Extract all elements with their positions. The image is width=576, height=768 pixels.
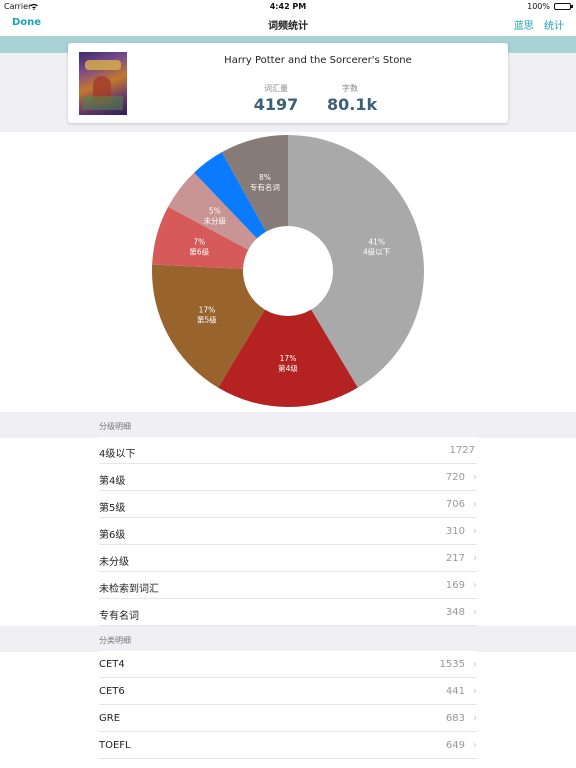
category-row-name: GRE [99,713,121,724]
slice-percent-label: 8% [259,173,271,182]
level-row: 4级以下 1727 [99,437,477,464]
vocabulary-value: 4197 [253,95,299,114]
chevron-right-icon: › [473,740,477,751]
chevron-right-icon: › [473,713,477,724]
slice-category-label: 未分级 [204,215,227,225]
category-row-name: CET6 [99,686,125,697]
level-donut-chart: 41% 4级以下 17% 第4级 17% 第5级 7% 第6级 5% 未分级 8% 专有名词 [0,132,576,412]
category-row-count: 649 [445,740,465,751]
navigation-bar: Done 词频统计 蓝思 统计 [0,13,576,36]
level-row[interactable]: 第6级 310 › [99,518,477,545]
word-count-stat: 字数 80.1k [327,83,378,114]
slice-category-label: 第6级 [189,246,209,256]
battery-percent: 100% [527,2,550,11]
vocabulary-stat: 词汇量 4197 [253,83,299,114]
slice-category-label: 第5级 [197,314,217,324]
page-title: 词频统计 [268,21,308,32]
category-row[interactable]: CET6 441 › [99,678,477,705]
level-row[interactable]: 第4级 720 › [99,464,477,491]
lexile-button[interactable]: 蓝思 [514,21,534,32]
level-row-name: 第4级 [99,476,126,487]
chevron-right-icon: › [473,580,477,591]
word-count-value: 80.1k [327,95,378,114]
status-bar: Carrier 4:42 PM 100% [0,0,576,13]
chevron-right-icon: › [473,472,477,483]
level-row[interactable]: 未分级 217 › [99,545,477,572]
category-row[interactable]: GRE 683 › [99,705,477,732]
donut-chart-svg: 41%4级以下17%第4级17%第5级7%第6级5%未分级8%专有名词 [152,135,425,407]
slice-percent-label: 17% [280,354,297,363]
slice-percent-label: 41% [368,237,385,246]
chevron-right-icon: › [473,553,477,564]
level-row-count: 169 [445,580,465,591]
book-card: Harry Potter and the Sorcerer's Stone 词汇… [68,43,508,123]
level-row-count: 348 [445,607,465,618]
level-row-name: 未分级 [99,557,129,568]
slice-percent-label: 7% [193,237,205,246]
slice-category-label: 4级以下 [363,246,391,256]
chevron-right-icon: › [473,659,477,670]
level-row-name: 未检索到词汇 [99,584,159,595]
level-row-name: 4级以下 [99,449,136,460]
category-section-header: 分类明细 [0,626,576,652]
category-row-name: CET4 [99,659,125,670]
level-row-name: 第6级 [99,530,126,541]
level-row-name: 专有名词 [99,611,139,622]
book-title: Harry Potter and the Sorcerer's Stone [224,55,412,66]
chevron-right-icon: › [473,686,477,697]
vocabulary-label: 词汇量 [264,84,288,93]
slice-percent-label: 5% [209,206,221,215]
level-section-header: 分级明细 [0,412,576,438]
chevron-right-icon: › [473,499,477,510]
level-row[interactable]: 第5级 706 › [99,491,477,518]
book-cover-image [79,52,127,115]
category-row[interactable]: CET4 1535 › [99,651,477,678]
category-row-name: TOEFL [99,740,131,751]
word-count-label: 字数 [342,84,358,93]
level-row[interactable]: 未检索到词汇 169 › [99,572,477,599]
level-row-count: 1727 [449,445,475,456]
nav-right-buttons: 蓝思 统计 [507,17,564,32]
slice-category-label: 第4级 [278,363,298,373]
chevron-right-icon: › [473,526,477,537]
level-row[interactable]: 专有名词 348 › [99,599,477,626]
chevron-right-icon: › [473,607,477,618]
level-row-count: 720 [445,472,465,483]
battery-icon [554,3,573,10]
category-row-count: 683 [445,713,465,724]
level-row-count: 217 [445,553,465,564]
clock-label: 4:42 PM [269,2,307,11]
category-row[interactable]: TOEFL 649 › [99,732,477,759]
category-row-count: 1535 [439,659,465,670]
slice-category-label: 专有名词 [250,182,280,192]
level-row-name: 第5级 [99,503,126,514]
level-section-title: 分级明细 [99,422,131,431]
level-row-count: 706 [445,499,465,510]
word-frequency-screen: Carrier 4:42 PM 100% Done 词频统计 蓝思 统计 Har… [0,0,576,768]
slice-percent-label: 17% [199,305,216,314]
category-section-title: 分类明细 [99,636,131,645]
category-row-count: 441 [445,686,465,697]
statistics-button[interactable]: 统计 [544,21,564,32]
level-row-count: 310 [445,526,465,537]
